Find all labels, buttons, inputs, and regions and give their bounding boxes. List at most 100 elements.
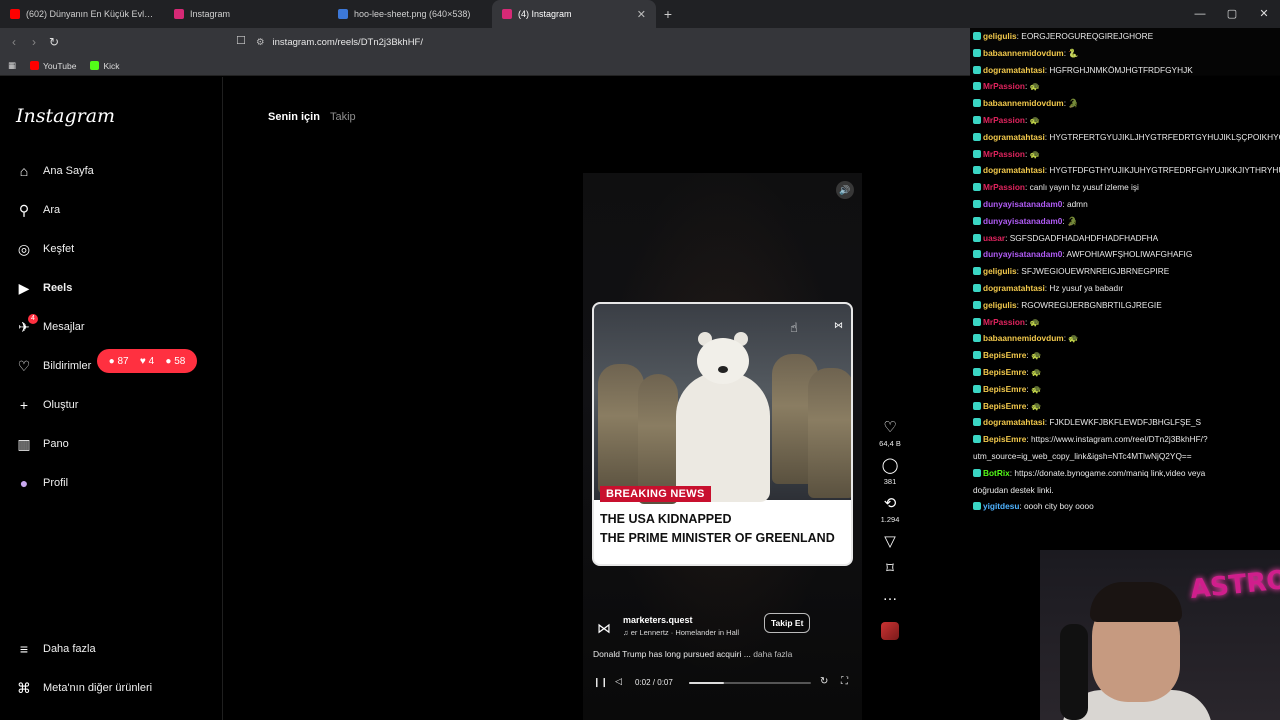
- sidebar-item-more[interactable]: ≡ Daha fazla: [16, 641, 96, 657]
- address-bar[interactable]: ⚙ instagram.com/reels/DTn2j3BkhHF/: [256, 31, 956, 53]
- instagram-logo[interactable]: Instagram: [16, 105, 115, 127]
- like-action[interactable]: ♡ 64,4 B: [879, 419, 901, 448]
- speaker-icon[interactable]: 🔊: [836, 181, 854, 199]
- audio-track[interactable]: ♫ er Lennertz · Homelander in Hall: [623, 628, 753, 637]
- comment-action[interactable]: ◯ 381: [882, 457, 899, 486]
- chat-username[interactable]: dunyayisatanadam0: [983, 249, 1062, 259]
- share-action[interactable]: ▽: [884, 533, 896, 551]
- instagram-favicon-icon: [174, 9, 184, 19]
- sidebar-item-create[interactable]: + Oluştur: [16, 397, 79, 413]
- more-options[interactable]: …: [883, 587, 898, 605]
- chat-username[interactable]: dogramatahtasi: [983, 132, 1045, 142]
- forward-icon[interactable]: ›: [24, 35, 44, 49]
- caption-more-link[interactable]: daha fazla: [753, 649, 792, 659]
- sidebar-item-search[interactable]: ⚲ Ara: [16, 202, 60, 218]
- chat-username[interactable]: dunyayisatanadam0: [983, 216, 1062, 226]
- bookmark-kick[interactable]: Kick: [90, 61, 120, 71]
- save-action[interactable]: ⌑: [886, 560, 894, 578]
- chat-username[interactable]: MrPassion: [983, 149, 1025, 159]
- repost-count: 1.294: [880, 515, 900, 524]
- like-count-value: 4: [148, 355, 155, 367]
- chat-badge-icon: [973, 250, 981, 259]
- minimize-icon[interactable]: —: [1184, 0, 1216, 28]
- chat-text: HYGTRFERTGYUJIKLJHYGTRFEDRTGYHUJIKLŞÇPOI…: [1049, 131, 1280, 142]
- chat-username[interactable]: babaannemidovdum: [983, 48, 1064, 58]
- site-info-icon[interactable]: ⚙: [256, 37, 265, 48]
- tab-instagram[interactable]: Instagram: [164, 0, 328, 28]
- stream-chat-overlay: geligulis: EORGJEROGUREQGIREJGHORE babaan…: [970, 28, 1280, 550]
- author-name[interactable]: marketers.quest: [623, 615, 693, 625]
- chat-username[interactable]: dogramatahtasi: [983, 283, 1045, 293]
- chat-username[interactable]: babaannemidovdum: [983, 98, 1064, 108]
- chat-username[interactable]: BepisEmre: [983, 367, 1026, 377]
- repost-action[interactable]: ⟲ 1.294: [881, 495, 900, 524]
- sidebar-item-label: Mesajlar: [43, 321, 85, 333]
- chat-text: oooh city boy oooo: [1024, 501, 1094, 512]
- close-tab-icon[interactable]: ✕: [637, 8, 646, 21]
- comment-count: 381: [883, 477, 897, 486]
- chat-username[interactable]: BotRix: [983, 468, 1010, 478]
- maximize-icon[interactable]: ▢: [1216, 0, 1248, 28]
- chat-username[interactable]: dogramatahtasi: [983, 417, 1045, 427]
- chat-username[interactable]: dogramatahtasi: [983, 165, 1045, 175]
- chat-username[interactable]: BepisEmre: [983, 350, 1026, 360]
- chat-username[interactable]: BepisEmre: [983, 401, 1026, 411]
- bookmark-youtube[interactable]: YouTube: [30, 61, 76, 71]
- chat-message: dogramatahtasi: Hz yusuf ya babadır: [973, 280, 1280, 297]
- chat-username[interactable]: geligulis: [983, 31, 1017, 41]
- chat-username[interactable]: geligulis: [983, 266, 1017, 276]
- chat-username[interactable]: uasar: [983, 233, 1005, 243]
- chat-username[interactable]: MrPassion: [983, 182, 1025, 192]
- sidebar-item-meta[interactable]: ⌘ Meta'nın diğer ürünleri: [16, 680, 152, 696]
- pause-icon[interactable]: ❙❙: [593, 677, 608, 688]
- sidebar-item-dashboard[interactable]: ▥ Pano: [16, 436, 68, 452]
- chat-badge-icon: [973, 199, 981, 208]
- video-progress-bar[interactable]: [689, 682, 811, 684]
- new-tab-button[interactable]: +: [656, 6, 680, 22]
- reload-icon[interactable]: ↻: [44, 35, 64, 49]
- follow-button[interactable]: Takip Et: [764, 613, 811, 633]
- bookmark-icon[interactable]: ☐: [236, 34, 246, 47]
- chat-username[interactable]: yigitdesu: [983, 501, 1019, 511]
- tab-instagram-active[interactable]: (4) Instagram ✕: [492, 0, 656, 28]
- ellipsis-icon: …: [882, 587, 898, 604]
- chat-badge-icon: [973, 99, 981, 108]
- apps-icon[interactable]: ▦: [8, 60, 16, 71]
- chat-username[interactable]: MrPassion: [983, 81, 1025, 91]
- author-avatar-icon[interactable]: ⋈: [593, 617, 615, 639]
- chat-text: canlı yayın hz yusuf izleme işi: [1029, 182, 1139, 193]
- chat-username[interactable]: BepisEmre: [983, 384, 1026, 394]
- sidebar-item-reels[interactable]: ▶ Reels: [16, 280, 73, 296]
- sidebar-item-profile[interactable]: ● Profil: [16, 475, 68, 491]
- loop-icon[interactable]: ↻: [820, 676, 828, 687]
- notifications-summary-pill[interactable]: ● 87 ♥ 4 ● 58: [97, 349, 197, 373]
- chat-username[interactable]: babaannemidovdum: [983, 333, 1064, 343]
- reel-actions: ♡ 64,4 B ◯ 381 ⟲ 1.294 ▽ ⌑ …: [874, 419, 906, 640]
- chat-username[interactable]: MrPassion: [983, 115, 1025, 125]
- chat-message: BepisEmre: 🐢: [973, 347, 1280, 364]
- fullscreen-icon[interactable]: ⛶: [841, 676, 848, 687]
- tab-for-you[interactable]: Senin için: [268, 111, 320, 123]
- sidebar-item-home[interactable]: ⌂ Ana Sayfa: [16, 163, 94, 179]
- sidebar-item-notifications[interactable]: ♡ Bildirimler: [16, 358, 92, 374]
- tab-following[interactable]: Takip: [330, 111, 356, 123]
- sidebar-item-label: Ara: [43, 204, 61, 216]
- chat-username[interactable]: geligulis: [983, 300, 1017, 310]
- sidebar-item-explore[interactable]: ◎ Keşfet: [16, 241, 74, 257]
- chat-username[interactable]: dunyayisatanadam0: [983, 199, 1062, 209]
- tab-title: (602) Dünyanın En Küçük Evleri: 1,5 m: [26, 9, 154, 19]
- plus-icon: +: [19, 397, 29, 413]
- chat-text: 🐢: [1030, 350, 1042, 361]
- volume-icon[interactable]: ◁: [615, 676, 622, 687]
- sidebar-item-messages[interactable]: ✈ 4 Mesajlar: [16, 314, 85, 335]
- chat-username[interactable]: BepisEmre: [983, 434, 1026, 444]
- chat-username[interactable]: dogramatahtasi: [983, 65, 1045, 75]
- close-window-icon[interactable]: ✕: [1248, 0, 1280, 28]
- tab-youtube[interactable]: (602) Dünyanın En Küçük Evleri: 1,5 m: [0, 0, 164, 28]
- audio-thumbnail[interactable]: [881, 622, 899, 640]
- tab-image[interactable]: hoo-lee-sheet.png (640×538): [328, 0, 492, 28]
- chat-username[interactable]: MrPassion: [983, 317, 1025, 327]
- back-icon[interactable]: ‹: [4, 35, 24, 49]
- youtube-favicon-icon: [10, 9, 20, 19]
- reel-video[interactable]: 🔊 ⋈ BREAKING NEWS THE USA KIDNAPPED THE …: [583, 173, 862, 720]
